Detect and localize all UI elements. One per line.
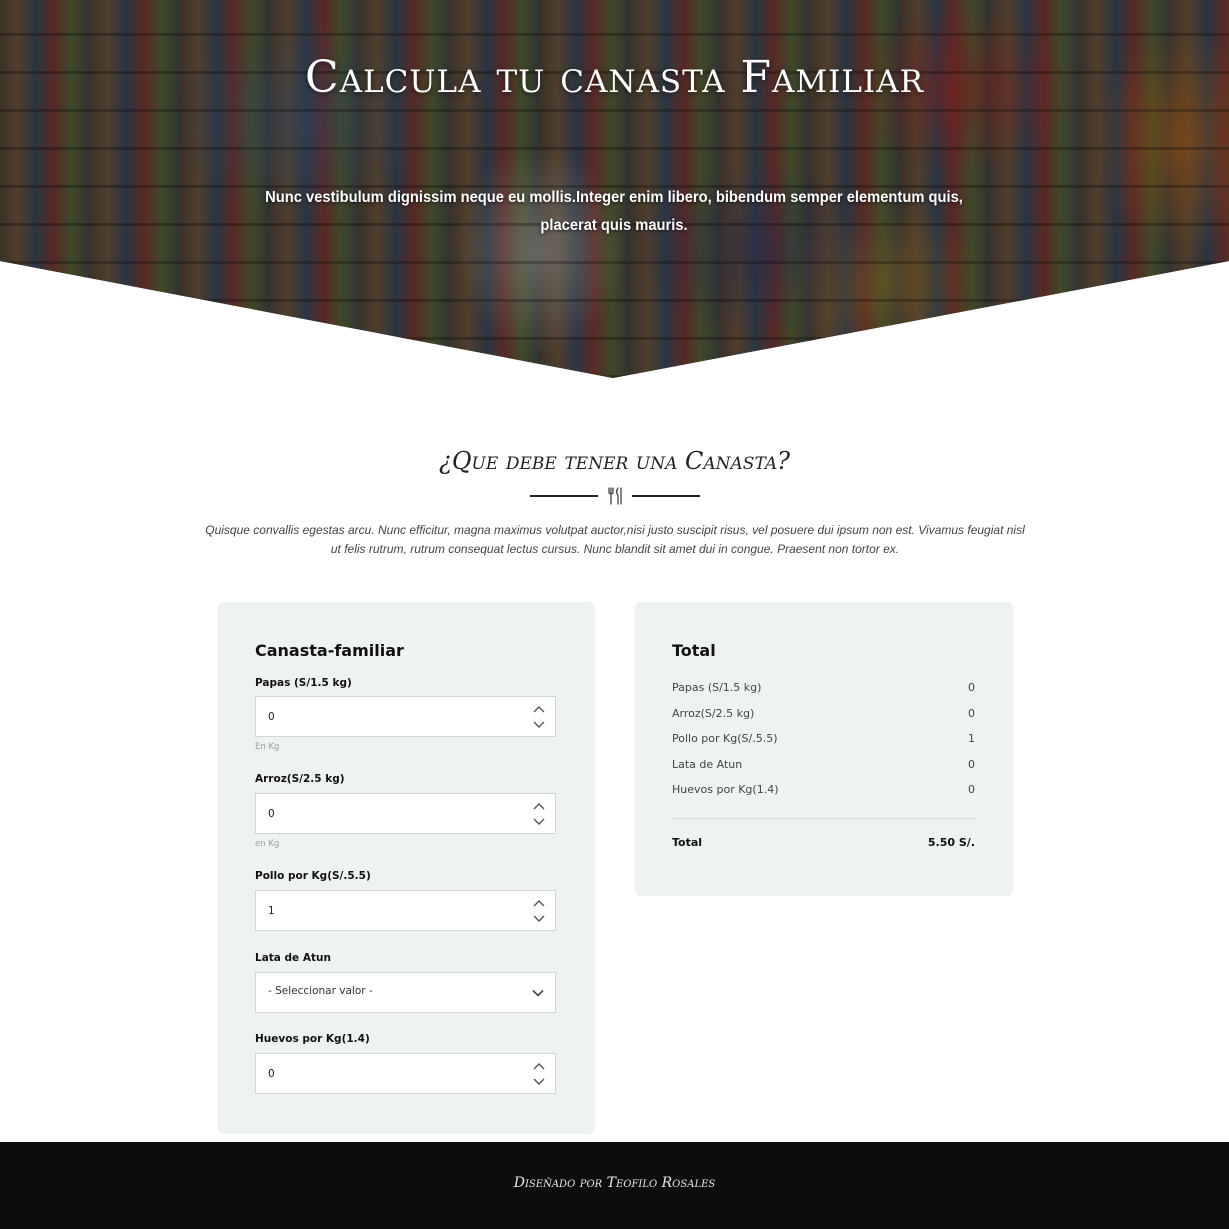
total-row-qty: 0	[968, 758, 975, 771]
hero-subtitle: Nunc vestibulum dignissim neque eu molli…	[265, 189, 963, 234]
chevron-down-icon[interactable]	[531, 986, 545, 1000]
arroz-label: Arroz(S/2.5 kg)	[255, 773, 345, 785]
total-row: Lata de Atun 0	[672, 758, 975, 776]
hero-title: Calcula tu canasta Familiar	[305, 52, 924, 103]
huevos-label: Huevos por Kg(1.4)	[255, 1033, 370, 1045]
total-row-qty: 0	[968, 681, 975, 694]
atun-select[interactable]: - Seleccionar valor -	[255, 972, 556, 1013]
cutlery-icon	[608, 487, 622, 505]
total-row-name: Huevos por Kg(1.4)	[672, 783, 779, 796]
total-divider	[672, 818, 975, 819]
pollo-stepper[interactable]	[529, 896, 549, 926]
total-row-name: Papas (S/1.5 kg)	[672, 681, 762, 694]
papas-input[interactable]	[256, 697, 528, 736]
form-title: Canasta-familiar	[255, 641, 404, 660]
grand-total-amount: 5.50 S/.	[927, 836, 975, 849]
grand-total-row: Total 5.50 S/.	[672, 836, 975, 854]
divider-line-right	[632, 495, 700, 497]
section-divider	[530, 486, 700, 506]
total-row-name: Arroz(S/2.5 kg)	[672, 707, 755, 720]
footer: Diseñado por Teofilo Rosales	[0, 1142, 1229, 1229]
arroz-hint: en Kg	[255, 839, 280, 849]
stepper-arrows-icon[interactable]	[529, 799, 549, 829]
total-row: Pollo por Kg(S/.5.5) 1	[672, 732, 975, 750]
papas-label: Papas (S/1.5 kg)	[255, 677, 352, 689]
section-description: Quisque convallis egestas arcu. Nunc eff…	[205, 523, 1025, 556]
basket-form-card: Canasta-familiar Papas (S/1.5 kg) En Kg …	[218, 602, 595, 1134]
total-row-qty: 0	[968, 707, 975, 720]
total-title: Total	[672, 641, 716, 660]
stepper-arrows-icon[interactable]	[529, 702, 549, 732]
huevos-stepper[interactable]	[529, 1059, 549, 1089]
pollo-field	[255, 890, 556, 931]
total-row: Arroz(S/2.5 kg) 0	[672, 707, 975, 725]
total-row: Papas (S/1.5 kg) 0	[672, 681, 975, 699]
papas-stepper[interactable]	[529, 702, 549, 732]
huevos-field	[255, 1053, 556, 1094]
papas-field	[255, 696, 556, 737]
footer-credit: Diseñado por Teofilo Rosales	[513, 1175, 716, 1191]
stepper-arrows-icon[interactable]	[529, 896, 549, 926]
atun-label: Lata de Atun	[255, 952, 331, 964]
arroz-stepper[interactable]	[529, 799, 549, 829]
grand-total-label: Total	[672, 836, 703, 849]
total-row-qty: 1	[968, 732, 975, 745]
papas-hint: En Kg	[255, 742, 280, 752]
total-row-name: Lata de Atun	[672, 758, 743, 771]
arroz-field	[255, 793, 556, 834]
total-row-name: Pollo por Kg(S/.5.5)	[672, 732, 778, 745]
section-title: ¿Que debe tener una Canasta?	[438, 447, 791, 475]
huevos-input[interactable]	[256, 1054, 528, 1093]
divider-line-left	[530, 495, 598, 497]
total-row-qty: 0	[968, 783, 975, 796]
stepper-arrows-icon[interactable]	[529, 1059, 549, 1089]
arroz-input[interactable]	[256, 794, 528, 833]
pollo-label: Pollo por Kg(S/.5.5)	[255, 870, 371, 882]
pollo-input[interactable]	[256, 891, 528, 930]
total-row: Huevos por Kg(1.4) 0	[672, 783, 975, 801]
total-card: Total Papas (S/1.5 kg) 0 Arroz(S/2.5 kg)…	[635, 602, 1013, 896]
atun-select-value: - Seleccionar valor -	[268, 985, 373, 997]
